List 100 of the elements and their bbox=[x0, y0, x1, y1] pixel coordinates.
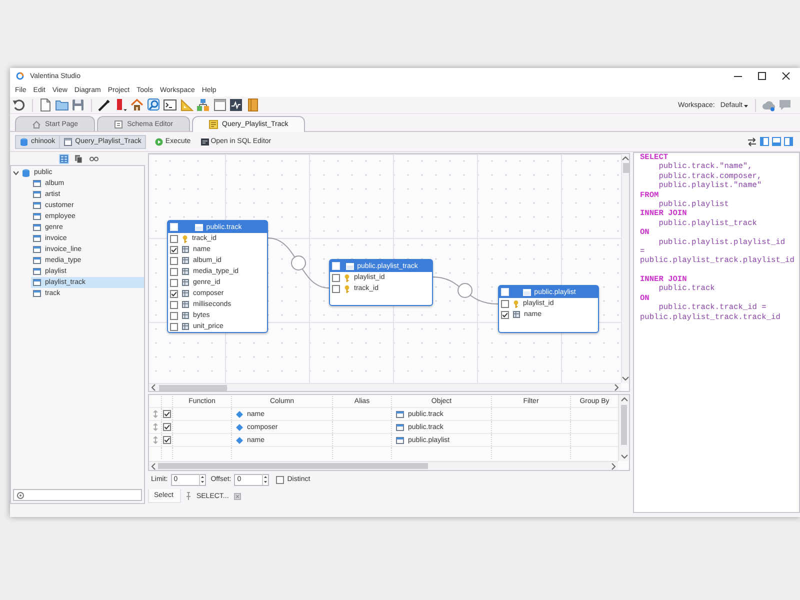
table-icon bbox=[523, 288, 532, 296]
checkbox[interactable] bbox=[170, 256, 178, 264]
table-icon bbox=[33, 213, 41, 220]
caret-down-icon[interactable] bbox=[620, 454, 628, 459]
key-icon bbox=[513, 300, 519, 308]
circular-arrow-icon[interactable] bbox=[12, 98, 26, 112]
checkbox[interactable] bbox=[170, 312, 178, 320]
caret-down-icon[interactable] bbox=[622, 376, 629, 381]
checkbox[interactable] bbox=[170, 322, 178, 330]
column-icon bbox=[182, 246, 189, 253]
table-icon bbox=[33, 202, 41, 209]
column-icon bbox=[182, 257, 189, 264]
table-icon bbox=[33, 268, 41, 275]
caret-right-icon[interactable] bbox=[611, 462, 616, 470]
scrollbar-thumb[interactable] bbox=[622, 163, 628, 173]
pin-icon[interactable] bbox=[186, 492, 192, 500]
checkbox[interactable] bbox=[332, 284, 340, 292]
column-icon bbox=[182, 312, 189, 319]
circle-dot-icon bbox=[17, 492, 24, 498]
table-icon bbox=[396, 436, 404, 444]
close-icon[interactable] bbox=[782, 72, 790, 80]
caret-up-icon[interactable] bbox=[620, 397, 628, 402]
database-icon bbox=[20, 138, 28, 146]
checkbox[interactable] bbox=[170, 246, 178, 254]
scrollbar-thumb[interactable] bbox=[621, 405, 627, 445]
checkbox[interactable] bbox=[332, 274, 340, 282]
column-icon bbox=[182, 268, 189, 275]
play-icon bbox=[155, 138, 164, 146]
window-icon[interactable] bbox=[212, 98, 226, 112]
scrollbar-thumb[interactable] bbox=[158, 463, 428, 469]
console-icon bbox=[200, 138, 209, 146]
checkbox[interactable] bbox=[501, 310, 509, 318]
key-icon bbox=[344, 274, 350, 282]
checkbox[interactable] bbox=[501, 300, 509, 308]
table-icon bbox=[396, 410, 404, 418]
speech-bubble-icon[interactable] bbox=[778, 98, 792, 112]
checkbox[interactable] bbox=[163, 410, 171, 418]
drag-handle-icon[interactable] bbox=[152, 410, 158, 418]
horizontal-scrollbar[interactable] bbox=[149, 383, 621, 391]
table-icon bbox=[195, 224, 204, 230]
caret-up-icon[interactable] bbox=[622, 156, 629, 161]
cloud-icon[interactable] bbox=[762, 98, 776, 112]
column-icon bbox=[182, 301, 189, 308]
checkbox[interactable] bbox=[170, 268, 178, 276]
table-icon bbox=[33, 180, 41, 187]
key-icon bbox=[344, 284, 350, 292]
checkbox[interactable] bbox=[170, 278, 178, 286]
pages-icon[interactable] bbox=[74, 154, 84, 164]
sql-editor[interactable] bbox=[633, 152, 800, 513]
vertical-scrollbar[interactable] bbox=[618, 395, 629, 461]
glasses-icon[interactable] bbox=[88, 154, 98, 164]
horizontal-scrollbar[interactable] bbox=[149, 461, 618, 470]
window-icon bbox=[64, 138, 72, 146]
panel-right-icon[interactable] bbox=[784, 137, 793, 146]
table-icon bbox=[33, 290, 41, 297]
checkbox[interactable] bbox=[170, 300, 178, 308]
caret-left-icon[interactable] bbox=[151, 384, 156, 391]
swap-arrows-icon[interactable] bbox=[747, 136, 757, 146]
checkbox[interactable] bbox=[276, 476, 284, 484]
filter-field[interactable] bbox=[13, 489, 142, 501]
column-icon bbox=[513, 311, 520, 318]
diagram-icon[interactable] bbox=[196, 98, 210, 112]
maximize-icon[interactable] bbox=[758, 72, 766, 80]
table-icon bbox=[33, 257, 41, 264]
vertical-scrollbar[interactable] bbox=[621, 154, 629, 383]
drag-handle-icon[interactable] bbox=[152, 436, 158, 444]
drag-handle-icon[interactable] bbox=[152, 423, 158, 431]
checkbox[interactable] bbox=[170, 290, 178, 298]
spin-arrows-icon[interactable] bbox=[262, 474, 268, 485]
database-icon bbox=[22, 168, 30, 176]
chart-icon[interactable] bbox=[229, 98, 243, 112]
column-icon bbox=[182, 290, 189, 297]
column-icon bbox=[182, 279, 189, 286]
house-icon bbox=[32, 120, 41, 128]
pen-icon[interactable] bbox=[97, 98, 111, 112]
checkbox[interactable] bbox=[163, 436, 171, 444]
checkbox[interactable] bbox=[170, 234, 178, 242]
terminal-icon[interactable] bbox=[163, 98, 177, 112]
grid-icon[interactable] bbox=[58, 154, 68, 164]
table-icon bbox=[396, 424, 404, 430]
table-icon bbox=[346, 262, 354, 270]
search-icon[interactable] bbox=[146, 98, 160, 112]
save-icon[interactable] bbox=[71, 98, 85, 112]
checkbox[interactable] bbox=[163, 423, 171, 431]
document-icon bbox=[114, 120, 124, 128]
panel-bottom-icon[interactable] bbox=[772, 137, 781, 146]
spin-arrows-icon[interactable] bbox=[198, 474, 205, 485]
caret-icon bbox=[744, 104, 748, 108]
relation-connector bbox=[432, 276, 498, 304]
relation-connector bbox=[268, 238, 330, 288]
column-icon bbox=[182, 323, 189, 330]
new-document-icon[interactable] bbox=[38, 98, 52, 112]
table-icon bbox=[33, 235, 41, 242]
scrollbar-thumb[interactable] bbox=[159, 384, 227, 390]
caret-left-icon[interactable] bbox=[151, 462, 156, 470]
caret-right-icon[interactable] bbox=[614, 384, 619, 391]
house-icon[interactable] bbox=[130, 98, 144, 112]
panel-left-icon[interactable] bbox=[760, 137, 769, 146]
caret-icon[interactable] bbox=[13, 170, 19, 176]
key-icon bbox=[182, 234, 188, 242]
